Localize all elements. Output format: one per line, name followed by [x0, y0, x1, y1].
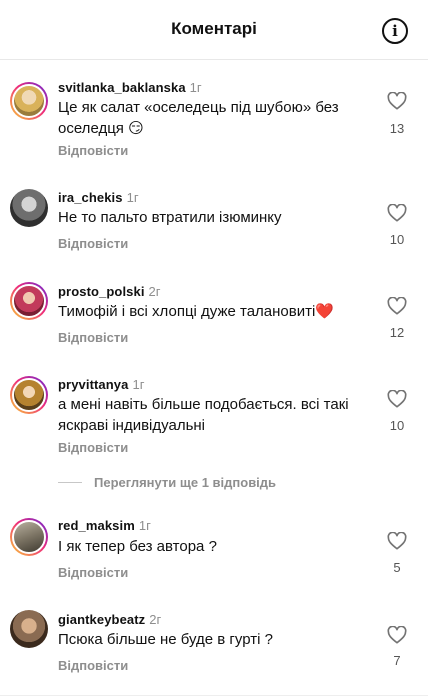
heart-outline-icon[interactable]: [384, 390, 410, 408]
divider-line: [58, 481, 82, 483]
avatar[interactable]: [10, 610, 48, 648]
comment-meta: pryvittanya 1г: [58, 377, 144, 392]
comment-time: 1г: [132, 377, 145, 392]
reply-button[interactable]: Відповісти: [58, 236, 128, 251]
avatar[interactable]: [10, 189, 48, 227]
comment-meta: ira_chekis 1г: [58, 190, 139, 205]
comment-meta: giantkeybeatz 2г: [58, 612, 161, 627]
heart-outline-icon[interactable]: [384, 532, 410, 550]
comment-username[interactable]: red_maksim: [58, 518, 135, 533]
reply-button[interactable]: Відповісти: [58, 658, 128, 673]
comment-text: Тимофій і всі хлопці дуже талановиті❤️: [58, 303, 334, 320]
view-more-replies-button[interactable]: Переглянути ще 1 відповідь: [58, 474, 276, 490]
info-icon[interactable]: i: [382, 18, 408, 44]
avatar[interactable]: [10, 82, 48, 120]
comment-time: 1г: [189, 80, 202, 95]
comment-meta: svitlanka_baklanska 1г: [58, 80, 202, 95]
heart-outline-icon[interactable]: [384, 92, 410, 110]
comment-time: 2г: [148, 284, 161, 299]
heart-outline-icon[interactable]: [384, 204, 410, 222]
comment-time: 1г: [138, 518, 151, 533]
heart-outline-icon[interactable]: [384, 626, 410, 644]
like-count: 5: [393, 560, 401, 575]
page-title: Коментарі: [171, 19, 257, 38]
comment-meta: prosto_polski 2г: [58, 284, 161, 299]
comment-username[interactable]: ira_chekis: [58, 190, 123, 205]
header-bar: Коментарі i: [0, 0, 428, 60]
comment-text: Не то пальто втратили ізюминку: [58, 209, 282, 226]
like-count: 10: [389, 418, 405, 433]
view-more-replies-label: Переглянути ще 1 відповідь: [94, 474, 277, 490]
comment-username[interactable]: svitlanka_baklanska: [58, 80, 186, 95]
avatar[interactable]: [10, 282, 48, 320]
comment-meta: red_maksim 1г: [58, 518, 151, 533]
comment-text: а мені навіть більше подобається. всі та…: [58, 396, 349, 434]
heart-outline-icon[interactable]: [384, 297, 410, 315]
reply-button[interactable]: Відповісти: [58, 440, 128, 455]
reply-button[interactable]: Відповісти: [58, 330, 128, 345]
comment-username[interactable]: prosto_polski: [58, 284, 145, 299]
like-count: 7: [393, 653, 401, 668]
like-count: 12: [389, 325, 405, 340]
avatar[interactable]: [10, 376, 48, 414]
comment-text: Це як салат «оселедець під шубою» без ос…: [58, 99, 339, 137]
avatar[interactable]: [10, 518, 48, 556]
comment-time: 2г: [149, 612, 162, 627]
comment-username[interactable]: giantkeybeatz: [58, 612, 145, 627]
reply-button[interactable]: Відповісти: [58, 565, 128, 580]
comment-text: І як тепер без автора ?: [58, 538, 217, 555]
comment-username[interactable]: pryvittanya: [58, 377, 128, 392]
comment-text: Псюка більше не буде в гурті ?: [58, 631, 273, 648]
comment-time: 1г: [126, 190, 139, 205]
reply-button[interactable]: Відповісти: [58, 143, 128, 158]
like-count: 10: [389, 232, 405, 247]
like-count: 13: [389, 121, 405, 136]
